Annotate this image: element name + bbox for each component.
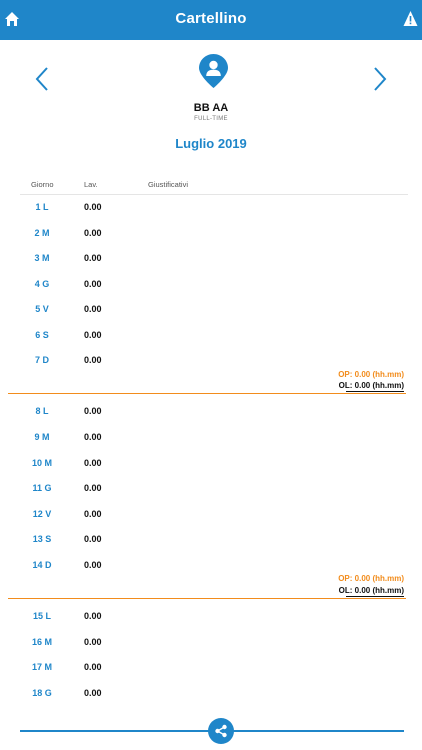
day-label[interactable]: 16 M	[20, 637, 64, 647]
day-label[interactable]: 5 V	[20, 304, 64, 314]
day-label[interactable]: 17 M	[20, 662, 64, 672]
week-separator	[8, 393, 406, 394]
day-label[interactable]: 3 M	[20, 253, 64, 263]
week-separator	[8, 598, 406, 599]
day-hours: 0.00	[84, 637, 102, 647]
day-label[interactable]: 2 M	[20, 228, 64, 238]
day-label[interactable]: 13 S	[20, 534, 64, 544]
week-ol-total: OL: 0.00 (hh.mm)	[338, 586, 404, 595]
day-hours: 0.00	[84, 458, 102, 468]
day-hours: 0.00	[84, 279, 102, 289]
day-hours: 0.00	[84, 560, 102, 570]
day-hours: 0.00	[84, 330, 102, 340]
day-hours: 0.00	[84, 611, 102, 621]
current-month: Luglio 2019	[175, 136, 247, 151]
day-label[interactable]: 18 G	[20, 688, 64, 698]
column-header-hours: Lav.	[84, 180, 98, 189]
total-underline	[346, 391, 404, 392]
user-name: BB AA	[193, 102, 229, 114]
user-avatar-icon	[199, 54, 228, 88]
day-hours: 0.00	[84, 509, 102, 519]
week-op-total: OP: 0.00 (hh.mm)	[338, 574, 404, 583]
day-label[interactable]: 8 L	[20, 406, 64, 416]
day-label[interactable]: 4 G	[20, 279, 64, 289]
day-hours: 0.00	[84, 688, 102, 698]
column-header-justifications: Giustificativi	[148, 180, 189, 189]
header-divider	[20, 194, 408, 195]
day-hours: 0.00	[84, 483, 102, 493]
chevron-left-icon[interactable]	[34, 66, 50, 92]
total-underline	[346, 596, 404, 597]
user-contract-type: FULL-TIME	[194, 116, 228, 122]
column-header-day: Giorno	[31, 180, 54, 189]
day-label[interactable]: 12 V	[20, 509, 64, 519]
share-icon	[215, 724, 227, 738]
warning-icon[interactable]	[403, 10, 418, 27]
day-hours: 0.00	[84, 432, 102, 442]
day-label[interactable]: 15 L	[20, 611, 64, 621]
day-label[interactable]: 7 D	[20, 355, 64, 365]
day-hours: 0.00	[84, 253, 102, 263]
day-hours: 0.00	[84, 202, 102, 212]
day-label[interactable]: 14 D	[20, 560, 64, 570]
week-ol-total: OL: 0.00 (hh.mm)	[338, 381, 404, 390]
day-hours: 0.00	[84, 304, 102, 314]
day-label[interactable]: 6 S	[20, 330, 64, 340]
day-label[interactable]: 10 M	[20, 458, 64, 468]
day-hours: 0.00	[84, 534, 102, 544]
day-hours: 0.00	[84, 406, 102, 416]
app-header: Cartellino	[0, 0, 422, 40]
day-label[interactable]: 1 L	[20, 202, 64, 212]
week-op-total: OP: 0.00 (hh.mm)	[338, 370, 404, 379]
day-hours: 0.00	[84, 355, 102, 365]
day-hours: 0.00	[84, 662, 102, 672]
share-button[interactable]	[208, 718, 234, 744]
chevron-right-icon[interactable]	[372, 66, 388, 92]
day-label[interactable]: 11 G	[20, 483, 64, 493]
day-label[interactable]: 9 M	[20, 432, 64, 442]
day-hours: 0.00	[84, 228, 102, 238]
page-title: Cartellino	[175, 10, 247, 27]
